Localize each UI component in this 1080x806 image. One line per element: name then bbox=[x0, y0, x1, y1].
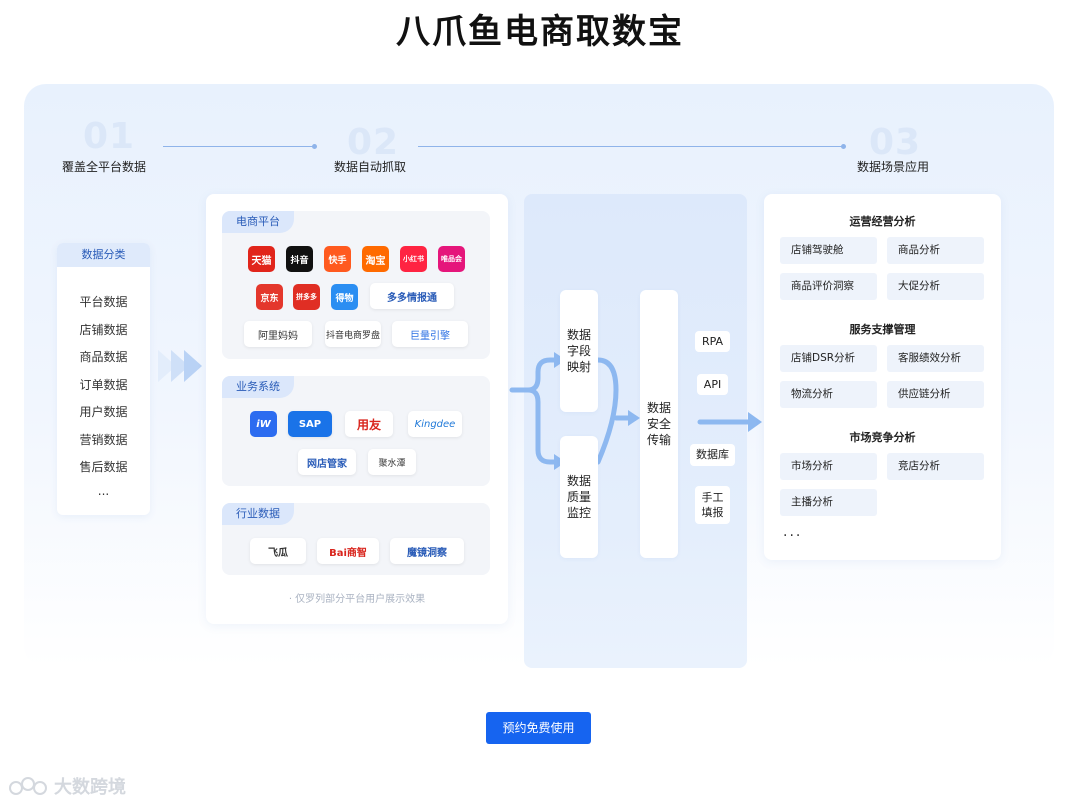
category-item: 售后数据 bbox=[79, 460, 128, 474]
app-item-competitor-store: 竞店分析 bbox=[887, 453, 984, 480]
secure-transfer-box: 数据 安全 传输 bbox=[640, 290, 678, 558]
mojing-insight-logo: 魔镜洞察 bbox=[390, 538, 464, 564]
pinduoduo-logo-icon: 拼多多 bbox=[293, 284, 320, 310]
jushuitan-logo: 聚水潭 bbox=[368, 449, 416, 475]
business-system-group: 业务系统 iW SAP 用友 Kingdee 网店管家 聚水潭 bbox=[222, 376, 490, 486]
group-tag: 电商平台 bbox=[222, 211, 294, 233]
arrow-to-mapping bbox=[509, 357, 559, 393]
tmall-logo-icon: 天猫 bbox=[248, 246, 275, 272]
taobao-logo-icon: 淘宝 bbox=[362, 246, 389, 272]
jd-logo-icon: 京东 bbox=[256, 284, 283, 310]
data-category-header: 数据分类 bbox=[57, 243, 150, 267]
step-2-number: 02 bbox=[347, 122, 400, 163]
sap-logo: SAP bbox=[288, 411, 332, 437]
step-connector-2 bbox=[418, 146, 842, 147]
kuaishou-logo-icon: 快手 bbox=[324, 246, 351, 272]
category-item: 店铺数据 bbox=[79, 322, 128, 337]
step-1-label: 覆盖全平台数据 bbox=[62, 160, 147, 174]
ecommerce-platform-group: 电商平台 天猫 抖音 快手 淘宝 小红书 唯品会 京东 拼多多 得物 多多情报通… bbox=[222, 211, 490, 359]
app-item-product-analysis: 商品分析 bbox=[887, 237, 984, 264]
app-item-streamer: 主播分析 bbox=[780, 489, 877, 516]
wangdian-guanjia-logo: 网店管家 bbox=[298, 449, 356, 475]
baidu-shangzhi-logo: Bai商智 bbox=[317, 538, 379, 564]
method-manual-entry: 手工 填报 bbox=[695, 486, 730, 524]
step-connector-1 bbox=[163, 146, 313, 147]
category-item: 用户数据 bbox=[79, 405, 128, 419]
app-item-dsr-analysis: 店铺DSR分析 bbox=[780, 345, 877, 372]
step-1-number: 01 bbox=[83, 116, 136, 157]
yonyou-logo: 用友 bbox=[345, 411, 393, 437]
page-title: 八爪鱼电商取数宝 bbox=[396, 12, 684, 52]
app-item-promo-analysis: 大促分析 bbox=[887, 273, 984, 300]
arrow-to-quality bbox=[525, 387, 559, 465]
sources-footnote: · 仅罗列部分平台用户展示效果 bbox=[288, 594, 426, 605]
step-connector-dot-1 bbox=[312, 144, 317, 149]
app-item-supply-chain: 供应链分析 bbox=[887, 381, 984, 408]
step-3-number: 03 bbox=[869, 122, 922, 163]
category-item-more: ... bbox=[97, 483, 110, 498]
duoduo-qingbaotong-logo: 多多情报通 bbox=[370, 283, 454, 309]
app-section-title: 市场竞争分析 bbox=[849, 431, 916, 444]
app-section-title: 运营经营分析 bbox=[849, 215, 916, 228]
douyin-compass-logo: 抖音电商罗盘 bbox=[325, 321, 381, 347]
watermark-logo-icon bbox=[9, 777, 47, 795]
field-mapping-box: 数据 字段 映射 bbox=[560, 290, 598, 412]
method-rpa: RPA bbox=[695, 331, 730, 352]
app-item-cs-performance: 客服绩效分析 bbox=[887, 345, 984, 372]
app-item-review-insight: 商品评价洞察 bbox=[780, 273, 877, 300]
step-connector-dot-2 bbox=[841, 144, 846, 149]
quality-monitor-box: 数据 质量 监控 bbox=[560, 436, 598, 558]
ocean-engine-logo: 巨量引擎 bbox=[392, 321, 468, 347]
alimama-logo: 阿里妈妈 bbox=[244, 321, 312, 347]
app-item-store-cockpit: 店铺驾驶舱 bbox=[780, 237, 877, 264]
dewu-logo-icon: 得物 bbox=[331, 284, 358, 310]
data-sources-card: 电商平台 天猫 抖音 快手 淘宝 小红书 唯品会 京东 拼多多 得物 多多情报通… bbox=[206, 194, 508, 624]
arrowhead-icon bbox=[748, 412, 762, 432]
data-category-list: 平台数据 店铺数据 商品数据 订单数据 用户数据 营销数据 售后数据 ... bbox=[57, 267, 150, 509]
feigua-logo: 飞瓜 bbox=[250, 538, 306, 564]
method-database: 数据库 bbox=[690, 444, 735, 466]
arrowhead-icon bbox=[628, 410, 640, 426]
app-item-logistics: 物流分析 bbox=[780, 381, 877, 408]
xiaohongshu-logo-icon: 小红书 bbox=[400, 246, 427, 272]
group-tag: 行业数据 bbox=[222, 503, 294, 525]
vipshop-logo-icon: 唯品会 bbox=[438, 246, 465, 272]
book-free-trial-button[interactable]: 预约免费使用 bbox=[486, 712, 591, 744]
douyin-logo-icon: 抖音 bbox=[286, 246, 313, 272]
step-2-label: 数据自动抓取 bbox=[334, 160, 407, 174]
watermark: 大数跨境 bbox=[8, 772, 126, 800]
step-3-label: 数据场景应用 bbox=[857, 160, 930, 174]
app-section-title: 服务支撑管理 bbox=[849, 323, 916, 336]
kingdee-logo: Kingdee bbox=[408, 411, 462, 437]
arrow-merge bbox=[595, 357, 619, 465]
category-item: 订单数据 bbox=[79, 377, 128, 392]
industry-data-group: 行业数据 飞瓜 Bai商智 魔镜洞察 bbox=[222, 503, 490, 575]
category-item: 营销数据 bbox=[79, 432, 128, 447]
iw-logo-icon: iW bbox=[250, 411, 277, 437]
watermark-text: 大数跨境 bbox=[54, 777, 126, 798]
method-api: API bbox=[697, 374, 728, 395]
chevron-right-icon bbox=[184, 350, 202, 382]
page: 八爪鱼电商取数宝 01 覆盖全平台数据 02 数据自动抓取 03 数据场景应用 … bbox=[0, 0, 1080, 806]
app-item-market: 市场分析 bbox=[780, 453, 877, 480]
applications-card: 运营经营分析 店铺驾驶舱 商品分析 商品评价洞察 大促分析 服务支撑管理 店铺D… bbox=[764, 194, 1001, 560]
data-category-card: 数据分类 平台数据 店铺数据 商品数据 订单数据 用户数据 营销数据 售后数据 … bbox=[57, 243, 150, 515]
category-item: 商品数据 bbox=[79, 350, 128, 364]
category-item: 平台数据 bbox=[79, 295, 128, 309]
group-tag: 业务系统 bbox=[222, 376, 294, 398]
more-ellipsis: ··· bbox=[783, 528, 803, 544]
